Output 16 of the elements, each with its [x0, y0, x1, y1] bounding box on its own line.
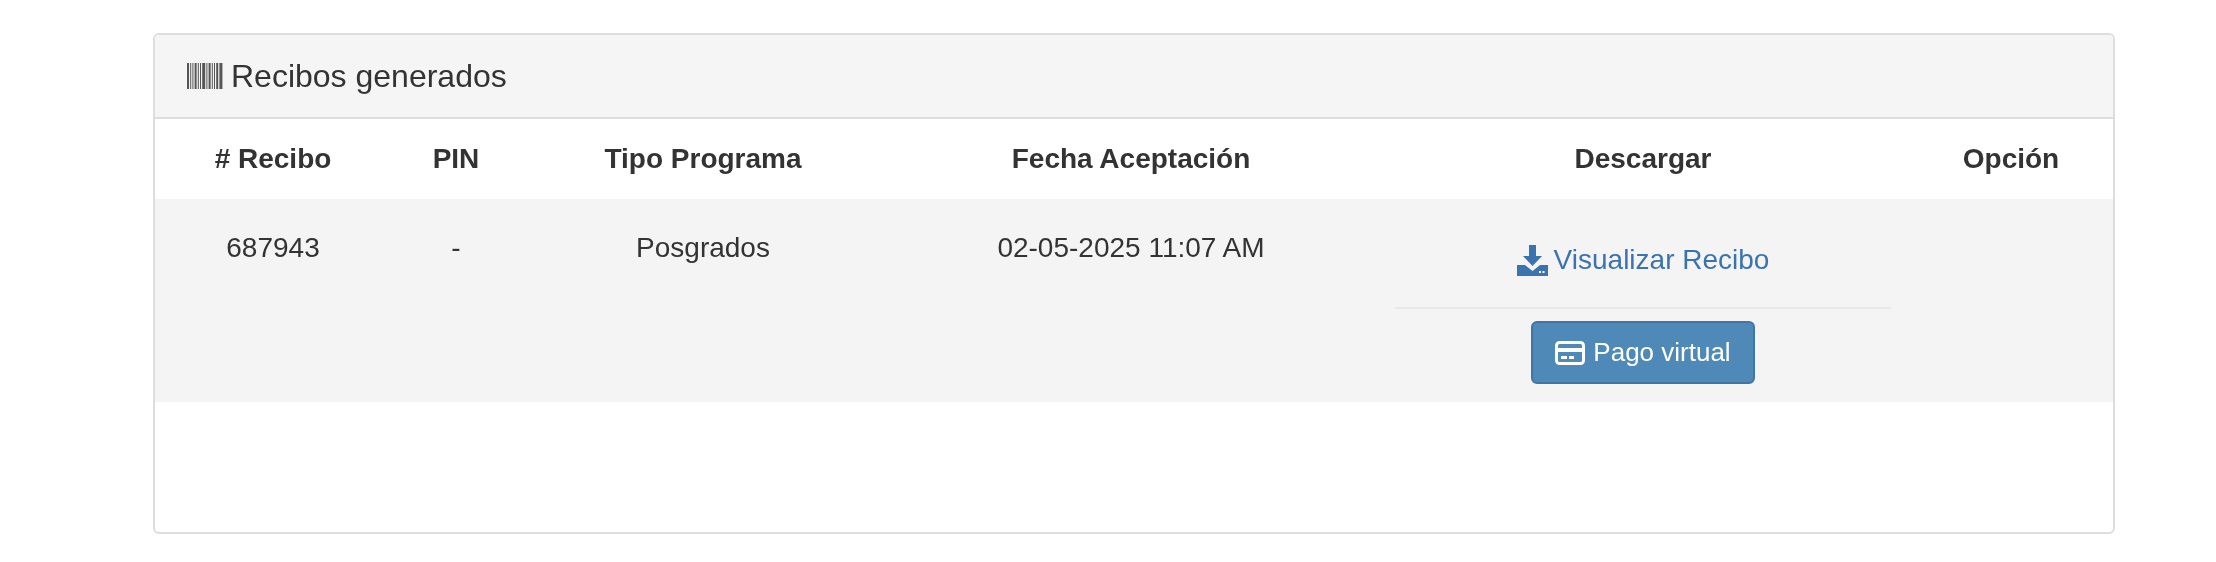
- table-cell-text: 02-05-2025 11:07 AM: [997, 231, 1265, 261]
- table-cell-text: 687943: [226, 231, 320, 261]
- column-header: # Recibo: [214, 142, 332, 176]
- download-icon: [1516, 244, 1548, 276]
- column-header: Fecha Aceptación: [1011, 142, 1251, 176]
- column-header: Opción: [1962, 142, 2060, 176]
- barcode-icon: [187, 63, 223, 89]
- column-header: Descargar: [1574, 142, 1712, 176]
- column-header: PIN: [432, 142, 480, 176]
- column-header: Tipo Programa: [604, 142, 802, 176]
- table-cell-text: Posgrados: [636, 231, 770, 261]
- panel-title: Recibos generados: [231, 57, 507, 96]
- virtual-payment-button[interactable]: Pago virtual: [1531, 321, 1755, 384]
- credit-card-icon: [1555, 340, 1586, 365]
- table-cell-text: -: [451, 231, 461, 261]
- download-link[interactable]: Visualizar Recibo: [1516, 239, 1770, 281]
